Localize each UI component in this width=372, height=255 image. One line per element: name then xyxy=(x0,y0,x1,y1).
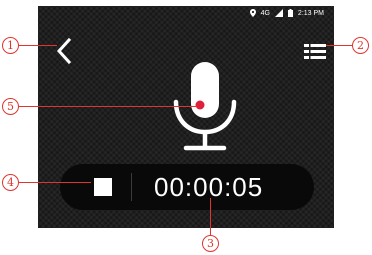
control-divider xyxy=(131,173,132,201)
microphone-icon xyxy=(173,62,237,151)
menu-button[interactable] xyxy=(304,43,326,61)
signal-icon xyxy=(274,9,283,17)
chevron-left-icon xyxy=(56,37,72,65)
stop-button[interactable] xyxy=(94,178,112,196)
callout-3-leader xyxy=(210,198,211,235)
network-type-label: 4G xyxy=(260,9,270,17)
callout-4: 4 xyxy=(2,174,19,191)
recording-timer: 00:00:05 xyxy=(154,172,264,202)
callout-4-leader xyxy=(19,182,91,183)
callout-5-leader xyxy=(19,106,197,107)
back-button[interactable] xyxy=(54,37,76,65)
recorder-screen: 4G 2:13 PM 00:00:05 xyxy=(38,6,334,228)
location-pin-icon xyxy=(249,9,256,17)
callout-2-leader xyxy=(326,45,352,46)
callout-5: 5 xyxy=(2,98,19,115)
status-time: 2:13 PM xyxy=(297,9,324,17)
status-bar: 4G 2:13 PM xyxy=(38,6,334,20)
record-indicator-dot xyxy=(195,100,205,110)
battery-icon xyxy=(287,9,293,17)
callout-3: 3 xyxy=(202,235,219,252)
menu-icon xyxy=(304,43,326,60)
recording-control-bar: 00:00:05 xyxy=(60,164,314,210)
callout-2: 2 xyxy=(352,37,369,54)
callout-1: 1 xyxy=(2,37,19,54)
callout-1-leader xyxy=(19,45,57,46)
